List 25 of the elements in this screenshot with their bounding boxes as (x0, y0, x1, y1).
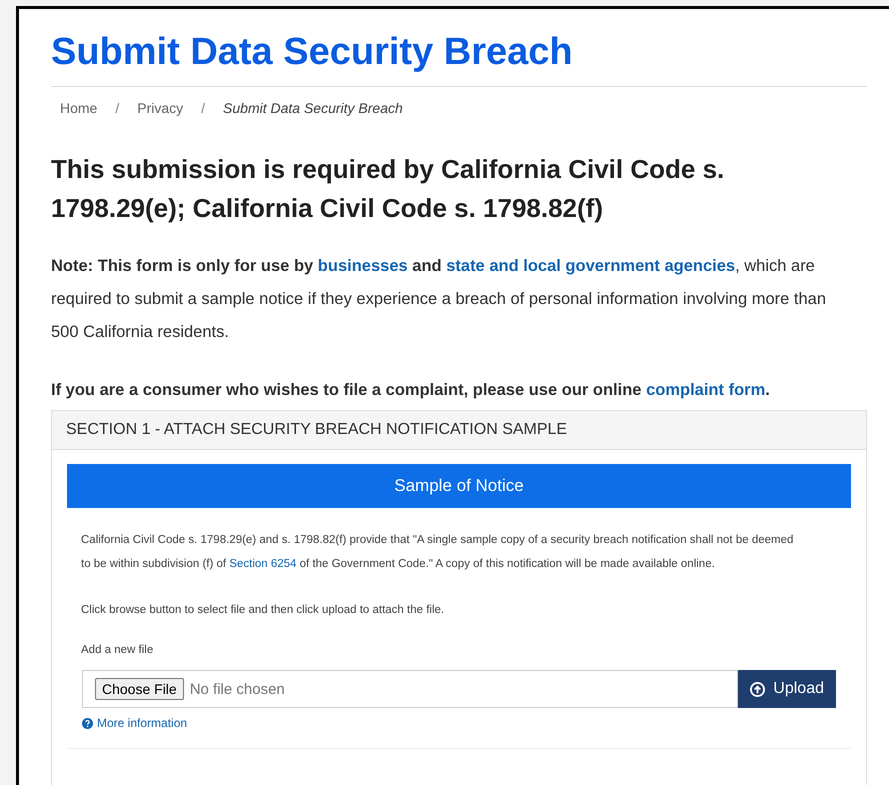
breadcrumb-link[interactable]: Home (60, 100, 98, 116)
choose-file-button[interactable]: Choose File (95, 678, 184, 700)
text-link[interactable]: Section 6254 (229, 558, 296, 570)
text-link[interactable]: businesses (318, 257, 408, 275)
more-information-link[interactable]: More information (82, 716, 188, 730)
breadcrumb-separator: / (201, 100, 206, 116)
text-link[interactable]: complaint form (646, 381, 766, 399)
legal-paragraph: California Civil Code s. 1798.29(e) and s. 1798.82(f) provide that "A single sample copy of a security breach notification shall not be deemed to be within subdivision (f) of Section 6254 of the Government Code." A copy of this notification will be made available online. (80, 533, 794, 572)
upload-icon (750, 682, 766, 696)
note-paragraph: Note: This form is only for use by businesses and state and local government agencies, which are required to submit a sample notice if they experience a breach of personal information involving more than 500 California residents. (51, 256, 828, 343)
file-field[interactable]: Choose File No file chosen (82, 670, 738, 708)
text-link[interactable]: state and local government agencies (446, 257, 736, 275)
file-label: Add a new file (80, 643, 154, 658)
section-heading: This submission is required by California Civil Code s. 1798.29(e); California Civil Code s. 1798.82(f) (51, 153, 726, 225)
notice-banner: Sample of Notice (67, 464, 851, 508)
page-title: Submit Data Security Breach (51, 9, 867, 87)
upload-button[interactable]: Upload (738, 670, 836, 708)
panel-header: SECTION 1 - ATTACH SECURITY BREACH NOTIFICATION SAMPLE (52, 411, 866, 450)
consumer-paragraph: If you are a consumer who wishes to file a complaint, please use our online complaint form. (51, 380, 771, 401)
breadcrumb-link[interactable]: Submit Data Security Breach (223, 100, 403, 116)
file-status: No file chosen (190, 680, 285, 698)
breadcrumb-link[interactable]: Privacy (137, 100, 184, 116)
breadcrumb-separator: / (115, 100, 120, 116)
help-icon (82, 718, 93, 728)
instructions-text: Click browse button to select file and then click upload to attach the file. (80, 603, 446, 618)
